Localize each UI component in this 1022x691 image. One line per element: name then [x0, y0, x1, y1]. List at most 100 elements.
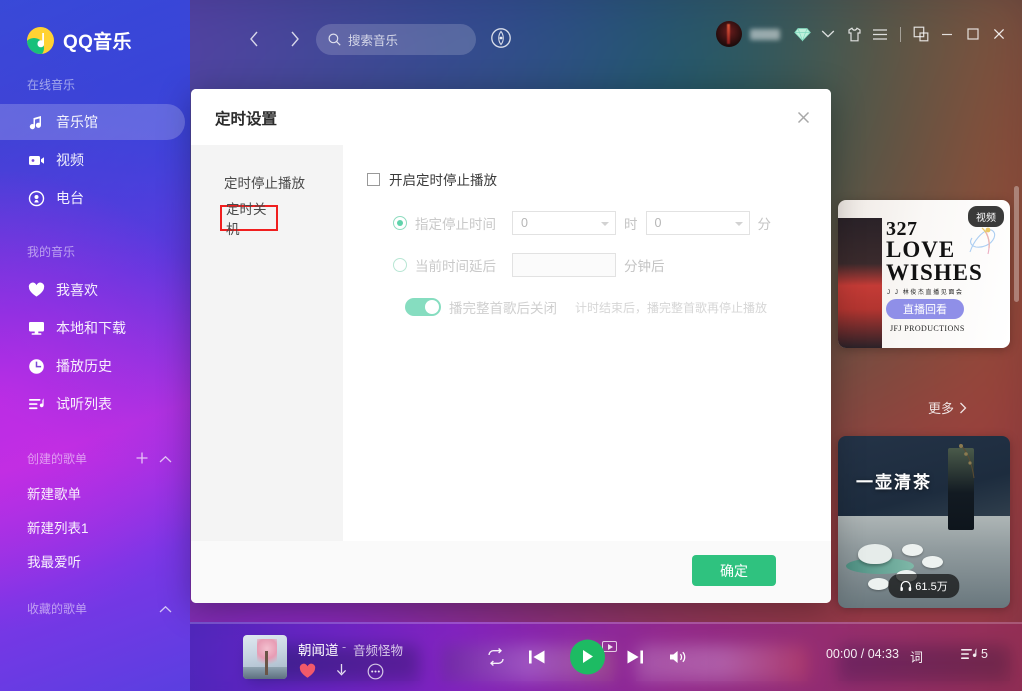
toggle-label: 播完整首歌后关闭 — [449, 301, 557, 316]
confirm-button[interactable]: 确定 — [692, 555, 776, 586]
sidebar-item-video[interactable]: 视频 — [0, 142, 185, 178]
maximize-button[interactable] — [960, 21, 986, 47]
hamburger-icon — [873, 28, 887, 40]
add-playlist-button[interactable] — [135, 451, 149, 468]
vip-button[interactable] — [789, 21, 815, 47]
hour-unit: 时 — [624, 217, 638, 232]
sidebar-section-online: 在线音乐 — [27, 78, 76, 92]
current-time: 00:00 — [825, 647, 858, 661]
promo-producer: JFJ PRODUCTIONS — [890, 324, 965, 333]
album-cover[interactable] — [243, 635, 287, 679]
more-link[interactable]: 更多 — [928, 398, 967, 417]
chevron-down-icon — [734, 222, 743, 226]
cover-art — [265, 651, 268, 675]
player-bar: 朝闻道 - 音频怪物 00:00 / 04:33 词 5 — [190, 622, 1022, 691]
chevron-right-icon — [290, 31, 299, 47]
discover-button[interactable] — [490, 27, 514, 51]
finish-song-toggle[interactable] — [405, 298, 441, 316]
sidebar-item-radio[interactable]: 电台 — [0, 180, 185, 216]
tab-timed-shutdown[interactable]: 定时关机 — [220, 202, 278, 237]
tab-timed-stop-playback[interactable]: 定时停止播放 — [191, 167, 343, 197]
previous-button[interactable] — [528, 648, 546, 665]
hour-select[interactable]: 0 — [512, 211, 616, 235]
headphone-icon — [900, 581, 912, 591]
dialog-close-button[interactable] — [791, 105, 815, 129]
collapse-created-button[interactable] — [159, 452, 172, 467]
collapse-favorites-button[interactable] — [159, 602, 172, 617]
sidebar-item-label: 本地和下载 — [56, 320, 126, 336]
radio-specified-time[interactable] — [393, 216, 407, 230]
next-button[interactable] — [626, 648, 644, 665]
skin-button[interactable] — [841, 21, 867, 47]
promo-subtitle: J J 林俊杰直播见面会 — [887, 290, 964, 296]
play-button-circle — [570, 639, 605, 674]
minimize-icon — [942, 33, 952, 36]
radio-delay-from-now[interactable] — [393, 258, 407, 272]
lyrics-button[interactable]: 词 — [910, 647, 923, 666]
repeat-button[interactable] — [486, 647, 506, 666]
volume-button[interactable] — [668, 648, 688, 666]
option-specified-stop-time[interactable]: 指定停止时间 0 时 0 分 — [393, 211, 831, 235]
close-icon — [797, 111, 809, 123]
search-input[interactable]: 搜索音乐 — [316, 24, 476, 55]
tea-cup — [922, 556, 943, 568]
sidebar-item-label: 试听列表 — [56, 396, 112, 412]
promo-card-tea[interactable]: 一壶清茶 61.5万 — [838, 436, 1010, 608]
sidebar-item-label: 我喜欢 — [56, 282, 98, 298]
play-queue-button[interactable]: 5 — [961, 646, 988, 662]
back-button[interactable] — [242, 27, 266, 51]
delay-minutes-input[interactable] — [512, 253, 616, 277]
close-icon — [993, 28, 1005, 40]
account-dropdown-button[interactable] — [815, 21, 841, 47]
progress-bar[interactable] — [190, 622, 1022, 624]
sidebar-section-mymusic: 我的音乐 — [27, 245, 76, 259]
dialog-body: 定时停止播放 定时关机 开启定时停止播放 指定停止时间 0 时 0 分 当前时间… — [191, 145, 831, 541]
content-scrollbar[interactable] — [1014, 186, 1019, 302]
promo-replay-button[interactable]: 直播回看 — [886, 299, 964, 319]
download-button[interactable] — [332, 662, 350, 680]
dialog-tab-list: 定时停止播放 定时关机 — [191, 145, 343, 541]
more-options-button[interactable] — [366, 662, 384, 680]
maximize-icon — [967, 28, 979, 40]
heart-filled-icon — [299, 663, 315, 678]
music-note-icon — [27, 113, 45, 131]
promo-card-video[interactable]: 327 LOVE WISHES J J 林俊杰直播见面会 直播回看 JFJ PR… — [838, 200, 1010, 348]
time-separator: / — [860, 647, 865, 661]
song-artist[interactable]: 音频怪物 — [353, 640, 403, 659]
created-playlists-label: 创建的歌单 — [27, 452, 88, 466]
enable-timer-label: 开启定时停止播放 — [389, 173, 497, 188]
play-button[interactable] — [570, 639, 605, 674]
sidebar-item-history[interactable]: 播放历史 — [0, 348, 185, 384]
enable-timer-checkbox[interactable]: 开启定时停止播放 — [367, 169, 831, 189]
sidebar-item-local-downloads[interactable]: 本地和下载 — [0, 310, 185, 346]
forward-button[interactable] — [282, 27, 306, 51]
playlist-item[interactable]: 我最爱听 — [0, 544, 190, 578]
shirt-icon — [847, 26, 861, 41]
play-count-badge: 61.5万 — [888, 574, 960, 598]
close-button[interactable] — [986, 21, 1012, 47]
sidebar-item-music-hall[interactable]: 音乐馆 — [0, 104, 185, 140]
topbar-right — [716, 21, 1012, 47]
playlist-icon — [27, 395, 45, 413]
topbar: 搜索音乐 — [190, 0, 1022, 78]
playlist-item[interactable]: 新建列表1 — [0, 510, 190, 544]
minute-value: 0 — [654, 216, 662, 230]
playlist-item[interactable]: 新建歌单 — [0, 476, 190, 510]
menu-button[interactable] — [867, 21, 893, 47]
queue-count: 5 — [981, 647, 988, 661]
sidebar-item-label: 视频 — [56, 152, 84, 168]
mini-mode-button[interactable] — [908, 21, 934, 47]
delay-unit: 分钟后 — [624, 259, 665, 274]
sidebar-item-trial-list[interactable]: 试听列表 — [0, 386, 185, 422]
minimize-button[interactable] — [934, 21, 960, 47]
more-label: 更多 — [928, 401, 955, 416]
song-title[interactable]: 朝闻道 — [298, 639, 339, 659]
chevron-up-icon — [159, 455, 172, 462]
option-delay-from-now[interactable]: 当前时间延后 分钟后 — [393, 253, 831, 277]
like-button[interactable] — [298, 662, 316, 680]
repeat-icon — [488, 647, 504, 666]
avatar[interactable] — [716, 21, 742, 47]
minute-select[interactable]: 0 — [645, 211, 750, 235]
compass-icon — [491, 28, 511, 48]
sidebar-item-favorites[interactable]: 我喜欢 — [0, 272, 185, 308]
